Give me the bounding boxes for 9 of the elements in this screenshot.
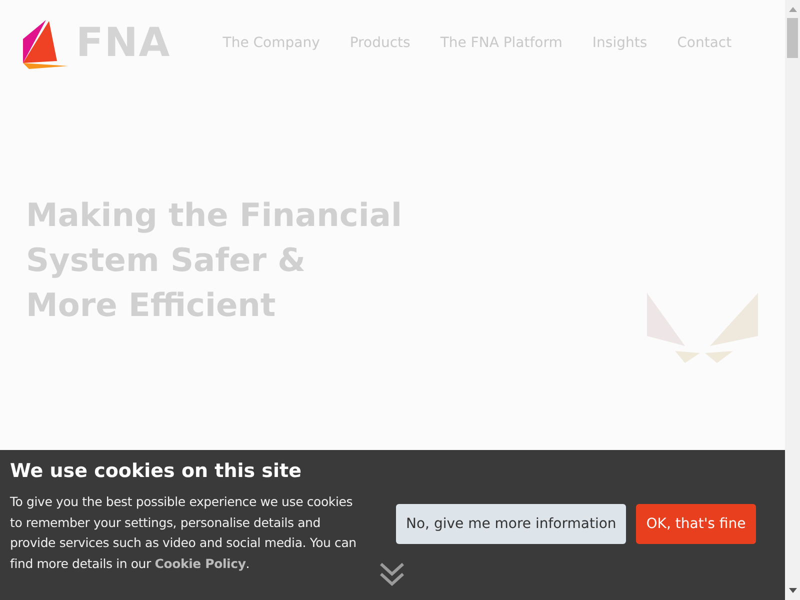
banner-text: To give you the best possible experience we use cookies to remember your settings, personalise details and provide services such as video and social media. You can find more details in our Cookie Policy. — [10, 493, 358, 573]
chevron-down-icon[interactable] — [378, 561, 406, 588]
scrollbar-thumb[interactable] — [787, 18, 798, 58]
scroll-up-icon[interactable] — [788, 5, 798, 13]
cookie-policy-link[interactable]: Cookie Policy — [154, 556, 246, 570]
banner-title: We use cookies on this site — [10, 460, 302, 482]
scroll-down-icon[interactable] — [788, 587, 798, 595]
accept-button[interactable]: OK, that's fine — [636, 504, 756, 544]
more-info-button[interactable]: No, give me more information — [396, 504, 626, 544]
